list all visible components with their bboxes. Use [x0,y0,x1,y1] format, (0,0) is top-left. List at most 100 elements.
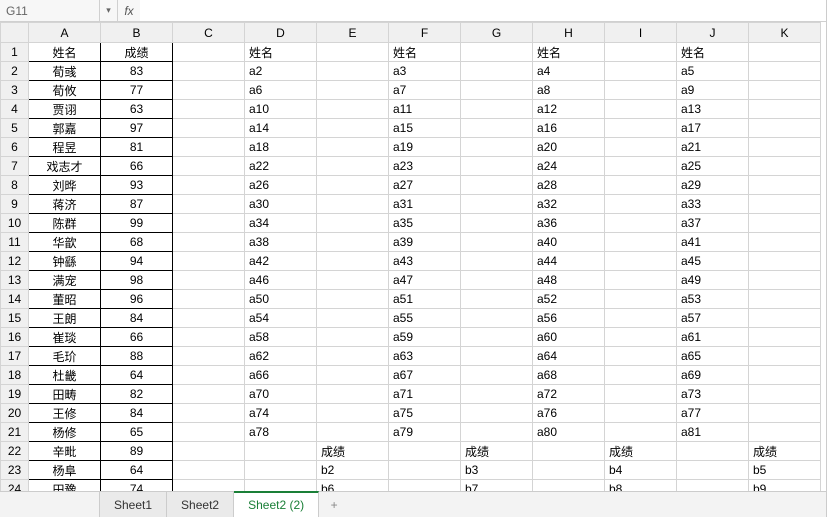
cell-H14[interactable]: a52 [533,290,605,309]
sheet-tab-Sheet2-(2)[interactable]: Sheet2 (2) [234,491,319,517]
cell-G7[interactable] [461,157,533,176]
cell-G4[interactable] [461,100,533,119]
row-header-20[interactable]: 20 [1,404,29,423]
cell-I21[interactable] [605,423,677,442]
cell-B1[interactable]: 成绩 [101,43,173,62]
row-header-22[interactable]: 22 [1,442,29,461]
cell-C19[interactable] [173,385,245,404]
name-box[interactable]: G11 [0,0,100,21]
cell-A15[interactable]: 王朗 [29,309,101,328]
cell-F14[interactable]: a51 [389,290,461,309]
cell-J16[interactable]: a61 [677,328,749,347]
cell-H4[interactable]: a12 [533,100,605,119]
grid-area[interactable]: ABCDEFGHIJK 1姓名成绩姓名姓名姓名姓名2荀彧83a2a3a4a53荀… [0,22,826,491]
cell-C4[interactable] [173,100,245,119]
cell-H11[interactable]: a40 [533,233,605,252]
cell-F20[interactable]: a75 [389,404,461,423]
cell-I3[interactable] [605,81,677,100]
cell-K20[interactable] [749,404,821,423]
cell-K19[interactable] [749,385,821,404]
cell-K24[interactable]: b9 [749,480,821,492]
cell-I13[interactable] [605,271,677,290]
cell-C14[interactable] [173,290,245,309]
cell-B16[interactable]: 66 [101,328,173,347]
cell-E19[interactable] [317,385,389,404]
cell-J19[interactable]: a73 [677,385,749,404]
cell-C15[interactable] [173,309,245,328]
cell-A5[interactable]: 郭嘉 [29,119,101,138]
cell-D17[interactable]: a62 [245,347,317,366]
cell-E10[interactable] [317,214,389,233]
cell-F5[interactable]: a15 [389,119,461,138]
cell-G23[interactable]: b3 [461,461,533,480]
cell-C11[interactable] [173,233,245,252]
cell-B10[interactable]: 99 [101,214,173,233]
cell-D7[interactable]: a22 [245,157,317,176]
cell-B6[interactable]: 81 [101,138,173,157]
cell-C22[interactable] [173,442,245,461]
cell-A13[interactable]: 满宠 [29,271,101,290]
row-header-6[interactable]: 6 [1,138,29,157]
cell-D11[interactable]: a38 [245,233,317,252]
cell-D6[interactable]: a18 [245,138,317,157]
cell-I7[interactable] [605,157,677,176]
cell-G16[interactable] [461,328,533,347]
cell-F19[interactable]: a71 [389,385,461,404]
cell-B22[interactable]: 89 [101,442,173,461]
row-header-10[interactable]: 10 [1,214,29,233]
cell-J23[interactable] [677,461,749,480]
cell-F10[interactable]: a35 [389,214,461,233]
cell-J24[interactable] [677,480,749,492]
cell-A7[interactable]: 戏志才 [29,157,101,176]
cell-A23[interactable]: 杨阜 [29,461,101,480]
cell-A1[interactable]: 姓名 [29,43,101,62]
cell-K6[interactable] [749,138,821,157]
cell-K5[interactable] [749,119,821,138]
cell-G2[interactable] [461,62,533,81]
cell-I2[interactable] [605,62,677,81]
cell-C24[interactable] [173,480,245,492]
cell-F22[interactable] [389,442,461,461]
cell-D3[interactable]: a6 [245,81,317,100]
cell-G3[interactable] [461,81,533,100]
cell-J12[interactable]: a45 [677,252,749,271]
cell-F1[interactable]: 姓名 [389,43,461,62]
cell-B18[interactable]: 64 [101,366,173,385]
cell-A6[interactable]: 程昱 [29,138,101,157]
col-header-H[interactable]: H [533,23,605,43]
cell-E1[interactable] [317,43,389,62]
col-header-B[interactable]: B [101,23,173,43]
col-header-J[interactable]: J [677,23,749,43]
cell-C17[interactable] [173,347,245,366]
cell-J17[interactable]: a65 [677,347,749,366]
cell-B13[interactable]: 98 [101,271,173,290]
row-header-2[interactable]: 2 [1,62,29,81]
add-sheet-button[interactable]: + [319,492,349,517]
cell-F11[interactable]: a39 [389,233,461,252]
cell-E15[interactable] [317,309,389,328]
cell-B20[interactable]: 84 [101,404,173,423]
cell-C13[interactable] [173,271,245,290]
cell-H1[interactable]: 姓名 [533,43,605,62]
cell-C5[interactable] [173,119,245,138]
cell-K3[interactable] [749,81,821,100]
row-header-1[interactable]: 1 [1,43,29,62]
cell-B17[interactable]: 88 [101,347,173,366]
cell-C1[interactable] [173,43,245,62]
cell-H13[interactable]: a48 [533,271,605,290]
cell-I20[interactable] [605,404,677,423]
cell-J8[interactable]: a29 [677,176,749,195]
cell-F2[interactable]: a3 [389,62,461,81]
select-all-corner[interactable] [1,23,29,43]
row-header-5[interactable]: 5 [1,119,29,138]
cell-G9[interactable] [461,195,533,214]
cell-A10[interactable]: 陈群 [29,214,101,233]
row-header-7[interactable]: 7 [1,157,29,176]
cell-K12[interactable] [749,252,821,271]
cell-F23[interactable] [389,461,461,480]
cell-C10[interactable] [173,214,245,233]
cell-J13[interactable]: a49 [677,271,749,290]
col-header-K[interactable]: K [749,23,821,43]
row-header-18[interactable]: 18 [1,366,29,385]
cell-J5[interactable]: a17 [677,119,749,138]
